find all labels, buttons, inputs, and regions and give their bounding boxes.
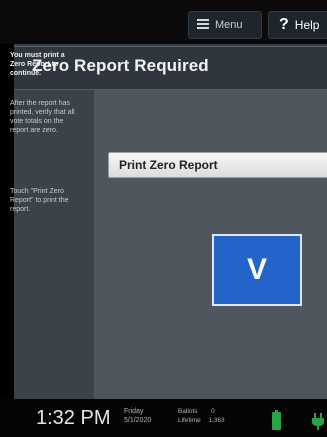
clock-time: 1:32 PM	[36, 407, 111, 429]
menu-button[interactable]: Menu	[188, 11, 262, 39]
ballots-label: Ballots	[178, 408, 198, 415]
top-bar: Menu ? Help	[0, 0, 327, 44]
day-of-week: Friday	[124, 408, 144, 415]
power-plug-icon	[310, 411, 326, 431]
help-icon: ?	[279, 16, 289, 33]
instruction-verify: After the report has printed, verify tha…	[10, 100, 75, 134]
device-screen: Menu ? Help Zero Report Required Print Z…	[0, 0, 327, 437]
lifetime-row: Lifetime 1,363	[178, 416, 225, 425]
print-zero-report-button[interactable]: Print Zero Report	[108, 152, 327, 178]
help-button[interactable]: ? Help	[268, 11, 327, 39]
date-display: Friday 5/1/2020	[124, 407, 151, 425]
menu-label: Menu	[215, 19, 243, 31]
print-zero-report-label: Print Zero Report	[119, 158, 218, 172]
instruction-touch: Touch "Print Zero Report" to print the r…	[10, 188, 69, 213]
lifetime-value: 1,363	[208, 417, 225, 424]
ballot-counters: Ballots 0 Lifetime 1,363	[178, 407, 225, 425]
lifetime-label: Lifetime	[178, 417, 201, 424]
main-screen: Zero Report Required Print Zero Report	[14, 44, 327, 399]
help-label: Help	[294, 18, 320, 32]
v-logo-letter: V	[246, 253, 267, 286]
menu-icon	[197, 18, 209, 32]
v-logo: V	[212, 234, 302, 306]
ballots-value: 0	[211, 408, 215, 415]
instruction-required: You must print a Zero Report to continue…	[10, 52, 65, 77]
instructions-sidebar	[14, 90, 95, 399]
date-value: 5/1/2020	[124, 417, 152, 424]
battery-icon	[272, 410, 281, 430]
ballots-row: Ballots 0	[178, 407, 225, 416]
